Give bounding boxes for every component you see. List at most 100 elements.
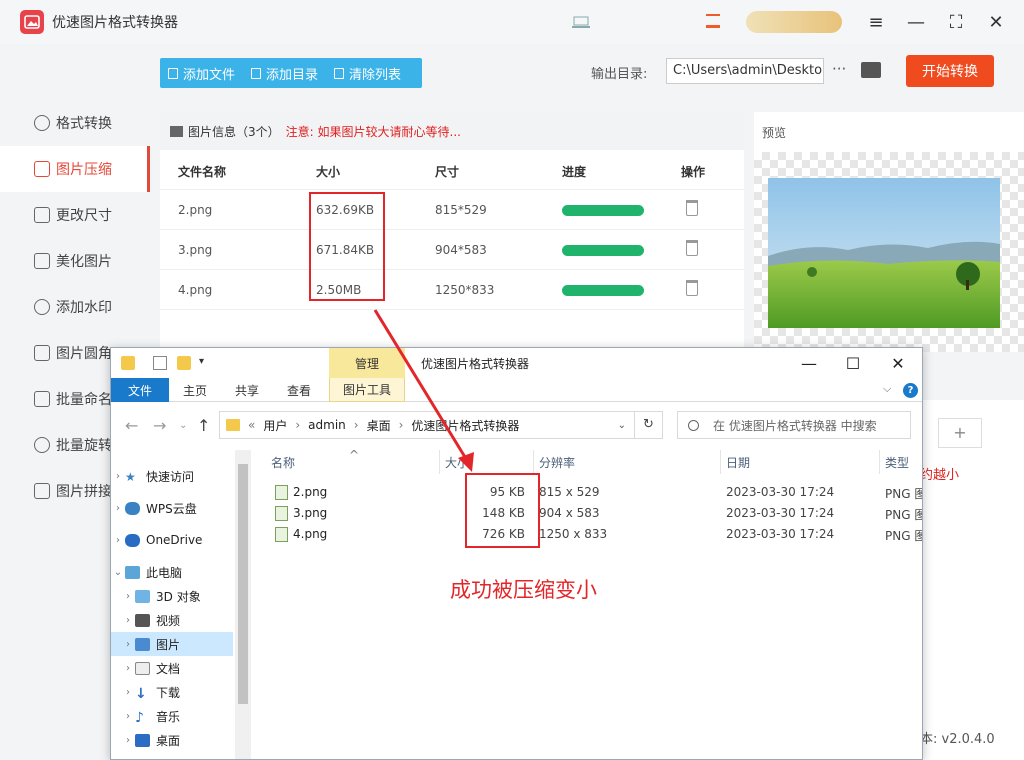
expand-icon[interactable]: › bbox=[121, 687, 135, 698]
nav-item-wps-cloud[interactable]: › WPS云盘 bbox=[111, 496, 233, 520]
stitch-icon bbox=[34, 483, 50, 499]
tab-file[interactable]: 文件 bbox=[111, 378, 169, 402]
nav-item-videos[interactable]: › 视频 bbox=[111, 608, 233, 632]
nav-item-3d-objects[interactable]: › 3D 对象 bbox=[111, 584, 233, 608]
delete-icon[interactable] bbox=[686, 280, 698, 296]
output-dir-label: 输出目录: bbox=[591, 67, 648, 82]
skin-icon[interactable] bbox=[706, 14, 720, 28]
expand-icon[interactable]: › bbox=[121, 711, 135, 722]
title-bar: 优速图片格式转换器 ≡ — ⛶ ✕ bbox=[0, 0, 1024, 44]
expand-icon[interactable]: › bbox=[121, 639, 135, 650]
scrollbar-thumb[interactable] bbox=[238, 464, 248, 704]
fullscreen-icon[interactable]: ⛶ bbox=[944, 10, 968, 34]
file-list-header: 图片信息（3个） 注意: 如果图片较大请耐心等待... bbox=[160, 112, 744, 150]
minimize-icon[interactable]: — bbox=[904, 10, 928, 34]
nav-item-quick-access[interactable]: › ★ 快速访问 bbox=[111, 464, 233, 488]
breadcrumb-item[interactable]: admin bbox=[308, 418, 346, 432]
close-icon[interactable]: ✕ bbox=[883, 352, 913, 374]
delete-icon[interactable] bbox=[686, 200, 698, 216]
expand-icon[interactable]: › bbox=[121, 615, 135, 626]
nav-item-this-pc[interactable]: ⌄ 此电脑 bbox=[111, 560, 233, 584]
forward-icon[interactable]: → bbox=[153, 416, 166, 435]
file-icon bbox=[168, 67, 178, 79]
col-type[interactable]: 类型 bbox=[885, 454, 909, 471]
expand-ribbon-icon[interactable]: ⌵ bbox=[883, 382, 891, 396]
table-row[interactable]: 2.png 632.69KB 815*529 bbox=[160, 190, 744, 230]
help-icon[interactable]: ? bbox=[903, 383, 918, 398]
menu-icon[interactable]: ≡ bbox=[864, 10, 888, 34]
watermark-icon bbox=[34, 299, 50, 315]
more-options-button[interactable]: ··· bbox=[832, 60, 846, 78]
explorer-title: 优速图片格式转换器 bbox=[421, 357, 530, 371]
file-row[interactable]: 2.png 95 KB 815 x 529 2023-03-30 17:24 P… bbox=[251, 482, 922, 503]
output-path-input[interactable]: C:\Users\admin\Deskto bbox=[666, 58, 824, 84]
expand-icon[interactable]: › bbox=[111, 503, 125, 514]
nav-scrollbar[interactable] bbox=[235, 450, 251, 759]
increase-button[interactable]: + bbox=[938, 418, 982, 448]
preview-title: 预览 bbox=[762, 126, 787, 140]
navigation-pane: › ★ 快速访问 › WPS云盘 › OneDrive ⌄ 此电脑 › 3D 对象 › 视频 … bbox=[111, 450, 251, 759]
close-icon[interactable]: ✕ bbox=[984, 10, 1008, 34]
expand-icon[interactable]: › bbox=[111, 471, 125, 482]
file-row[interactable]: 4.png 726 KB 1250 x 833 2023-03-30 17:24… bbox=[251, 524, 922, 545]
breadcrumb-item[interactable]: 用户 bbox=[263, 417, 287, 434]
tab-view[interactable]: 查看 bbox=[277, 378, 321, 402]
table-row[interactable]: 4.png 2.50MB 1250*833 bbox=[160, 270, 744, 310]
table-row[interactable]: 3.png 671.84KB 904*583 bbox=[160, 230, 744, 270]
refresh-icon[interactable]: ↻ bbox=[635, 411, 663, 439]
delete-icon[interactable] bbox=[686, 240, 698, 256]
clear-list-button[interactable]: 清除列表 bbox=[326, 64, 409, 83]
breadcrumb-item[interactable]: 桌面 bbox=[367, 417, 391, 434]
col-date[interactable]: 日期 bbox=[726, 454, 750, 471]
highlight-box-original-sizes bbox=[309, 192, 385, 301]
tab-picture-tools[interactable]: 图片工具 bbox=[329, 378, 405, 402]
progress-bar bbox=[562, 245, 644, 256]
nav-item-pictures[interactable]: › 图片 bbox=[111, 632, 233, 656]
col-size[interactable]: 大小 bbox=[445, 454, 469, 471]
add-dir-button[interactable]: 添加目录 bbox=[243, 64, 326, 83]
expand-icon[interactable]: › bbox=[121, 591, 135, 602]
expand-icon[interactable]: › bbox=[121, 663, 135, 674]
collapse-icon[interactable]: ⌄ bbox=[111, 567, 125, 578]
address-bar[interactable]: « 用户 › admin › 桌面 › 优速图片格式转换器 ⌄ bbox=[219, 411, 635, 439]
onedrive-icon bbox=[125, 533, 140, 547]
breadcrumb-item[interactable]: 优速图片格式转换器 bbox=[411, 417, 519, 434]
expand-icon[interactable]: › bbox=[121, 735, 135, 746]
nav-item-onedrive[interactable]: › OneDrive bbox=[111, 528, 233, 552]
minimize-icon[interactable]: — bbox=[794, 352, 824, 374]
tab-share[interactable]: 共享 bbox=[225, 378, 269, 402]
nav-item-desktop[interactable]: › 桌面 bbox=[111, 728, 233, 752]
address-dropdown-icon[interactable]: ⌄ bbox=[618, 420, 626, 431]
recent-locations-icon[interactable]: ⌄ bbox=[179, 420, 187, 431]
up-icon[interactable]: ↑ bbox=[197, 416, 210, 435]
new-folder-icon[interactable] bbox=[177, 356, 191, 370]
col-name[interactable]: 名称 bbox=[271, 454, 295, 471]
open-folder-icon[interactable] bbox=[861, 62, 881, 78]
annotation-text: 成功被压缩变小 bbox=[450, 578, 597, 602]
customize-quick-access-icon[interactable]: ▾ bbox=[199, 356, 213, 370]
sort-arrow-icon: ^ bbox=[349, 448, 360, 462]
nav-item-downloads[interactable]: › ↓ 下载 bbox=[111, 680, 233, 704]
back-icon[interactable]: ← bbox=[125, 416, 138, 435]
tab-home[interactable]: 主页 bbox=[173, 378, 217, 402]
file-row[interactable]: 3.png 148 KB 904 x 583 2023-03-30 17:24 … bbox=[251, 503, 922, 524]
folder-icon bbox=[121, 356, 135, 370]
search-input[interactable]: 在 优速图片格式转换器 中搜索 bbox=[677, 411, 911, 439]
file-toolbar: 添加文件 添加目录 清除列表 bbox=[160, 58, 422, 88]
manage-tab[interactable]: 管理 bbox=[329, 348, 405, 378]
sidebar-item-beautify[interactable]: 美化图片 bbox=[0, 238, 150, 284]
start-convert-button[interactable]: 开始转换 bbox=[906, 55, 994, 87]
column-headers: 名称 ^ 大小 分辨率 日期 类型 bbox=[251, 448, 922, 474]
sidebar-item-resize[interactable]: 更改尺寸 bbox=[0, 192, 150, 238]
sidebar-item-convert[interactable]: 格式转换 bbox=[0, 100, 150, 146]
nav-item-documents[interactable]: › 文档 bbox=[111, 656, 233, 680]
vip-badge[interactable] bbox=[746, 11, 842, 33]
maximize-icon[interactable]: ☐ bbox=[838, 352, 868, 374]
col-resolution[interactable]: 分辨率 bbox=[539, 454, 575, 471]
nav-item-music[interactable]: › ♪ 音乐 bbox=[111, 704, 233, 728]
add-file-button[interactable]: 添加文件 bbox=[160, 64, 243, 83]
sidebar-item-watermark[interactable]: 添加水印 bbox=[0, 284, 150, 330]
sidebar-item-compress[interactable]: 图片压缩 bbox=[0, 146, 150, 192]
properties-icon[interactable] bbox=[153, 356, 167, 370]
expand-icon[interactable]: › bbox=[111, 535, 125, 546]
